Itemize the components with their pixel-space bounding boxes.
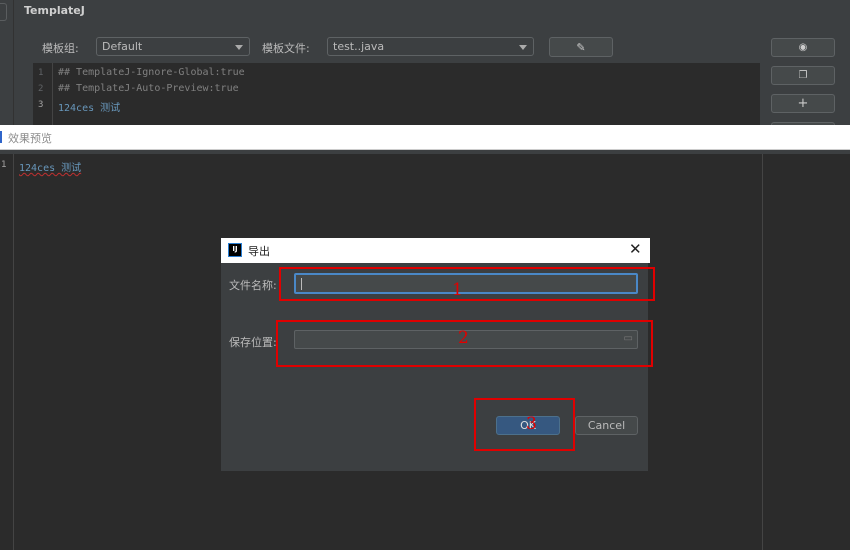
file-select[interactable]: test..java [327, 37, 534, 56]
filename-label: 文件名称: [229, 279, 277, 292]
cancel-button[interactable]: Cancel [575, 416, 638, 435]
annotation-box-3 [474, 398, 575, 451]
panel-title: TemplateJ [24, 4, 85, 17]
close-icon[interactable]: ✕ [629, 240, 642, 258]
line-number: 1 [38, 68, 44, 78]
line-number: 3 [38, 100, 44, 110]
preview-marker [0, 131, 2, 143]
preview-button[interactable]: ◉ [771, 38, 835, 57]
group-label: 模板组: [42, 42, 79, 55]
preview-line: 124ces 测试 [19, 163, 82, 174]
dialog-titlebar: IJ 导出 ✕ [221, 238, 650, 263]
group-select[interactable]: Default [96, 37, 250, 56]
file-label: 模板文件: [262, 42, 310, 55]
copy-button[interactable]: ❐ [771, 66, 835, 85]
edit-button[interactable]: ✎ [549, 37, 613, 57]
code-line: ## TemplateJ-Auto-Preview:true [58, 83, 239, 94]
strip-tab[interactable] [0, 3, 7, 21]
file-value: test..java [333, 40, 385, 53]
dialog-title: 导出 [248, 245, 270, 258]
left-strip [0, 0, 14, 125]
line-number: 2 [38, 84, 44, 94]
annotation-number: 2 [458, 328, 469, 348]
group-value: Default [102, 40, 143, 53]
line-number: 1 [1, 160, 7, 170]
code-line: 124ces 测试 [58, 103, 121, 114]
preview-label: 效果预览 [8, 132, 52, 145]
preview-header: 效果预览 [0, 125, 850, 150]
annotation-box-1 [279, 267, 655, 301]
right-margin-line [762, 154, 763, 550]
copy-icon: ❐ [798, 70, 808, 81]
template-editor[interactable]: 1 ## TemplateJ-Ignore-Global:true 2 ## T… [33, 63, 760, 125]
code-line: ## TemplateJ-Ignore-Global:true [58, 67, 245, 78]
add-button[interactable]: + [771, 94, 835, 113]
eye-icon: ◉ [798, 42, 808, 53]
intellij-logo-icon: IJ [228, 243, 242, 257]
chevron-down-icon [235, 45, 243, 50]
plus-icon: + [797, 96, 809, 111]
annotation-number: 3 [526, 414, 537, 434]
pencil-icon: ✎ [576, 40, 586, 54]
chevron-down-icon [519, 45, 527, 50]
preview-gutter: 1 [0, 154, 14, 550]
location-label: 保存位置: [229, 336, 277, 349]
separator [0, 150, 850, 154]
annotation-number: 1 [452, 280, 463, 300]
